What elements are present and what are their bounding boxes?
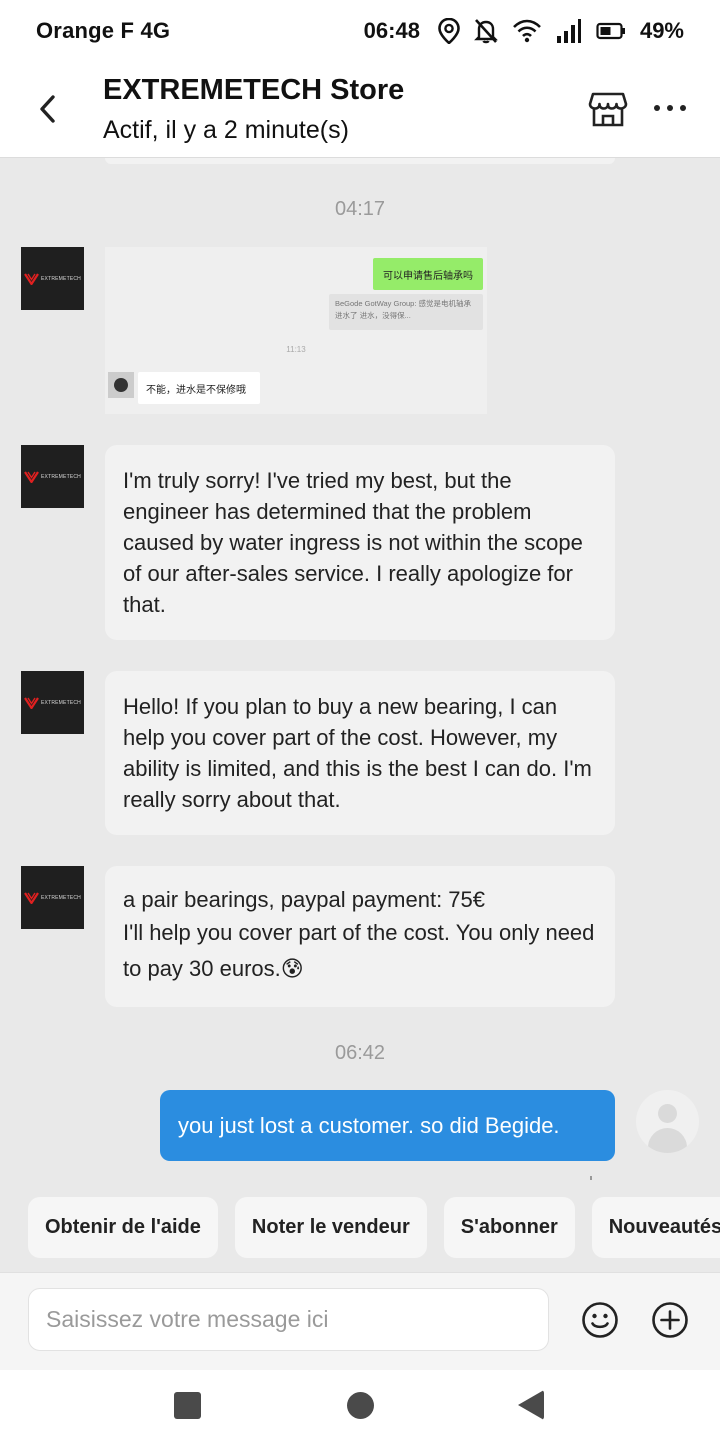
avatar-brand: EXTREMETECH — [41, 275, 81, 282]
screenshot-time: 11:13 — [286, 345, 306, 354]
chip-get-help[interactable]: Obtenir de l'aide — [28, 1197, 218, 1258]
seller-avatar[interactable]: EXTREMETECH — [21, 866, 84, 929]
chip-new-arrivals[interactable]: Nouveautés — [591, 1197, 720, 1258]
extremetech-logo — [24, 470, 39, 483]
screenshot-quote: BeGode GotWay Group: 感觉是电机轴承进水了 进水，没得保..… — [329, 294, 483, 330]
user-avatar[interactable] — [636, 1090, 699, 1153]
outgoing-message-bubble[interactable]: you just lost a customer. so did Begide. — [160, 1090, 615, 1161]
system-nav-bar — [0, 1370, 720, 1440]
message-input[interactable]: Saisissez votre message ici — [28, 1288, 549, 1351]
battery-icon — [596, 22, 626, 40]
extremetech-logo — [24, 696, 39, 709]
extremetech-logo — [24, 272, 39, 285]
quick-reply-bar: Obtenir de l'aide Noter le vendeur S'abo… — [28, 1197, 720, 1258]
avatar-brand: EXTREMETECH — [41, 894, 81, 901]
message-bubble[interactable]: a pair bearings, paypal payment: 75€ I'l… — [105, 866, 615, 1007]
carrier-label: Orange F 4G — [36, 18, 171, 43]
seller-avatar[interactable]: EXTREMETECH — [21, 247, 84, 310]
plus-icon[interactable] — [651, 1301, 689, 1339]
extremetech-logo — [24, 891, 39, 904]
anxious-face-icon: 😰 — [280, 956, 304, 981]
back-button[interactable] — [518, 1390, 544, 1420]
more-icon[interactable] — [650, 96, 690, 120]
status-bar: Orange F 4G 06:48 49% — [0, 0, 720, 62]
clipped-message-edge — [105, 158, 615, 164]
composer-bar: Saisissez votre message ici — [0, 1272, 720, 1370]
seller-avatar[interactable]: EXTREMETECH — [21, 445, 84, 508]
chip-subscribe[interactable]: S'abonner — [443, 1197, 575, 1258]
home-button[interactable] — [347, 1392, 374, 1419]
screenshot-green-bubble: 可以申请售后轴承吗 — [373, 258, 483, 290]
signal-icon — [556, 18, 582, 44]
seller-avatar[interactable]: EXTREMETECH — [21, 671, 84, 734]
screenshot-avatar — [108, 372, 134, 398]
message-line: a pair bearings, paypal payment: 75€ — [123, 887, 486, 912]
emoji-icon[interactable] — [581, 1301, 619, 1339]
message-bubble[interactable]: Hello! If you plan to buy a new bearing,… — [105, 671, 615, 835]
image-message[interactable]: 可以申请售后轴承吗 BeGode GotWay Group: 感觉是电机轴承进水… — [105, 247, 487, 414]
message-bubble[interactable]: I'm truly sorry! I've tried my best, but… — [105, 445, 615, 640]
timestamp: 04:17 — [334, 198, 386, 220]
store-icon[interactable] — [588, 90, 628, 128]
timestamp: 06:42 — [334, 1042, 386, 1064]
message-text: I'll help you cover part of the cost. Yo… — [123, 920, 595, 981]
battery-percent: 49% — [639, 18, 684, 43]
bell-off-icon — [474, 18, 498, 44]
chip-rate-seller[interactable]: Noter le vendeur — [234, 1197, 427, 1258]
read-indicator — [590, 1176, 592, 1180]
presence-status: Actif, il y a 2 minute(s) — [103, 116, 349, 144]
location-icon — [438, 18, 460, 44]
back-arrow-icon[interactable] — [32, 92, 62, 126]
wifi-icon — [512, 19, 542, 43]
avatar-brand: EXTREMETECH — [41, 473, 81, 480]
message-line: I'll help you cover part of the cost. Yo… — [123, 915, 597, 987]
chat-header: EXTREMETECH Store Actif, il y a 2 minute… — [0, 62, 720, 158]
page-title: EXTREMETECH Store — [103, 74, 405, 106]
recents-button[interactable] — [174, 1392, 201, 1419]
avatar-brand: EXTREMETECH — [41, 699, 81, 706]
screenshot-reply: 不能，进水是不保修哦 — [138, 372, 260, 404]
clock: 06:48 — [363, 18, 420, 43]
